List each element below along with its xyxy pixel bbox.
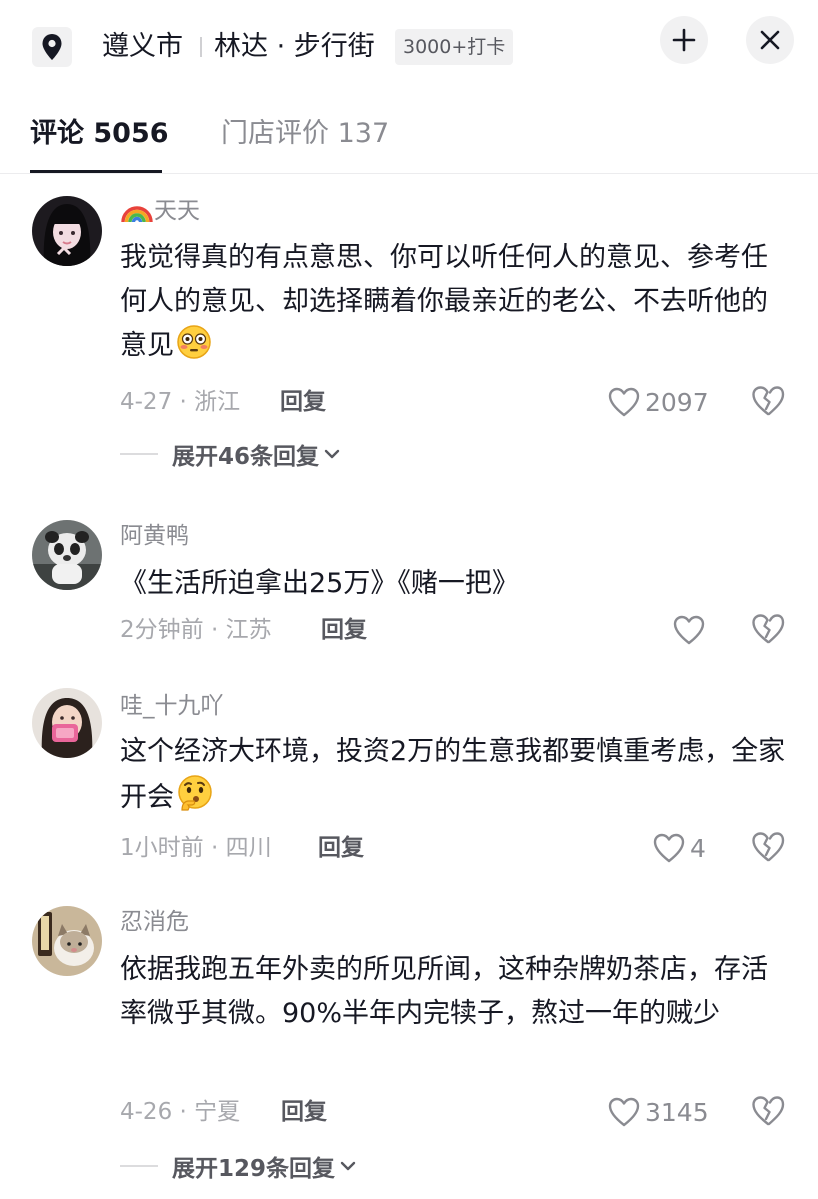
avatar[interactable] bbox=[32, 906, 102, 976]
expand-line bbox=[120, 1165, 158, 1167]
like-button[interactable] bbox=[672, 612, 710, 648]
comment-text: 我觉得真的有点意思、你可以听任何人的意见、参考任何人的意见、却选择瞒着你最亲近的… bbox=[120, 242, 768, 361]
reply-button[interactable]: 回复 bbox=[281, 1096, 327, 1128]
broken-heart-icon bbox=[752, 386, 785, 416]
comment-meta: 1小时前 · 四川 bbox=[120, 835, 272, 861]
broken-heart-icon bbox=[752, 614, 785, 644]
dislike-button[interactable] bbox=[750, 1094, 786, 1130]
comment-text: 《生活所迫拿出25万》《赌一把》 bbox=[120, 568, 519, 599]
dislike-button[interactable] bbox=[750, 384, 786, 420]
checkin-badge: 3000+打卡 bbox=[395, 29, 514, 65]
expand-replies-button[interactable]: 展开46条回复 bbox=[120, 438, 341, 470]
close-icon bbox=[760, 30, 780, 50]
comment-meta: 4-26 · 宁夏 bbox=[120, 1099, 241, 1125]
close-button[interactable] bbox=[746, 16, 794, 64]
reply-button[interactable]: 回复 bbox=[280, 386, 326, 418]
location-divider bbox=[200, 37, 202, 57]
heart-icon bbox=[673, 615, 705, 645]
broken-heart-icon bbox=[752, 832, 785, 862]
location-pin-icon[interactable] bbox=[32, 27, 72, 67]
dislike-button[interactable] bbox=[750, 612, 786, 648]
comment-text: 依据我跑五年外卖的所见所闻，这种杂牌奶茶店，存活率微乎其微。90%半年内完犊子，… bbox=[120, 954, 768, 1029]
like-button[interactable]: 4 bbox=[652, 830, 706, 866]
rainbow-emoji bbox=[121, 206, 153, 223]
like-button[interactable]: 3145 bbox=[607, 1094, 709, 1130]
comment-meta: 4-27 · 浙江 bbox=[120, 389, 241, 415]
collapse-button[interactable] bbox=[660, 16, 708, 64]
reply-button[interactable]: 回复 bbox=[318, 832, 364, 864]
like-count: 2097 bbox=[645, 387, 709, 417]
location-city[interactable]: 遵义市 bbox=[102, 28, 183, 66]
flushed-emoji bbox=[177, 325, 211, 359]
comment-username[interactable]: 天天 bbox=[120, 195, 200, 227]
heart-icon bbox=[608, 387, 640, 417]
expand-replies-button[interactable]: 展开129条回复 bbox=[120, 1150, 357, 1182]
heart-icon bbox=[608, 1097, 640, 1127]
collapse-icon bbox=[672, 28, 696, 52]
comment-username[interactable]: 忍消危 bbox=[120, 906, 189, 938]
chevron-down-icon bbox=[340, 1161, 356, 1171]
comment-username[interactable]: 阿黄鸭 bbox=[120, 520, 189, 552]
tab-comments[interactable]: 评论 5056 bbox=[30, 114, 169, 154]
expand-line bbox=[120, 453, 158, 455]
chevron-down-icon bbox=[324, 449, 340, 459]
reply-button[interactable]: 回复 bbox=[321, 614, 367, 646]
heart-icon bbox=[653, 833, 685, 863]
tab-store-reviews[interactable]: 门店评价 137 bbox=[221, 114, 389, 154]
comment-meta: 2分钟前 · 江苏 bbox=[120, 617, 272, 643]
comment-username[interactable]: 哇_十九吖 bbox=[120, 690, 224, 722]
location-place[interactable]: 林达 · 步行街 bbox=[214, 28, 375, 66]
thinking-emoji bbox=[178, 775, 212, 811]
tabs-divider bbox=[0, 173, 818, 174]
avatar[interactable] bbox=[32, 520, 102, 590]
dislike-button[interactable] bbox=[750, 830, 786, 866]
comment-text: 这个经济大环境，投资2万的生意我都要慎重考虑，全家开会 bbox=[120, 736, 786, 813]
avatar[interactable] bbox=[32, 196, 102, 266]
location-header: 遵义市 林达 · 步行街 3000+打卡 bbox=[0, 0, 818, 92]
avatar[interactable] bbox=[32, 688, 102, 758]
broken-heart-icon bbox=[752, 1096, 785, 1126]
like-count: 3145 bbox=[645, 1097, 709, 1127]
comment-panel: 遵义市 林达 · 步行街 3000+打卡 评论 5056 门店评价 137 天天… bbox=[0, 0, 818, 1199]
like-count: 4 bbox=[690, 833, 706, 863]
like-button[interactable]: 2097 bbox=[607, 384, 709, 420]
